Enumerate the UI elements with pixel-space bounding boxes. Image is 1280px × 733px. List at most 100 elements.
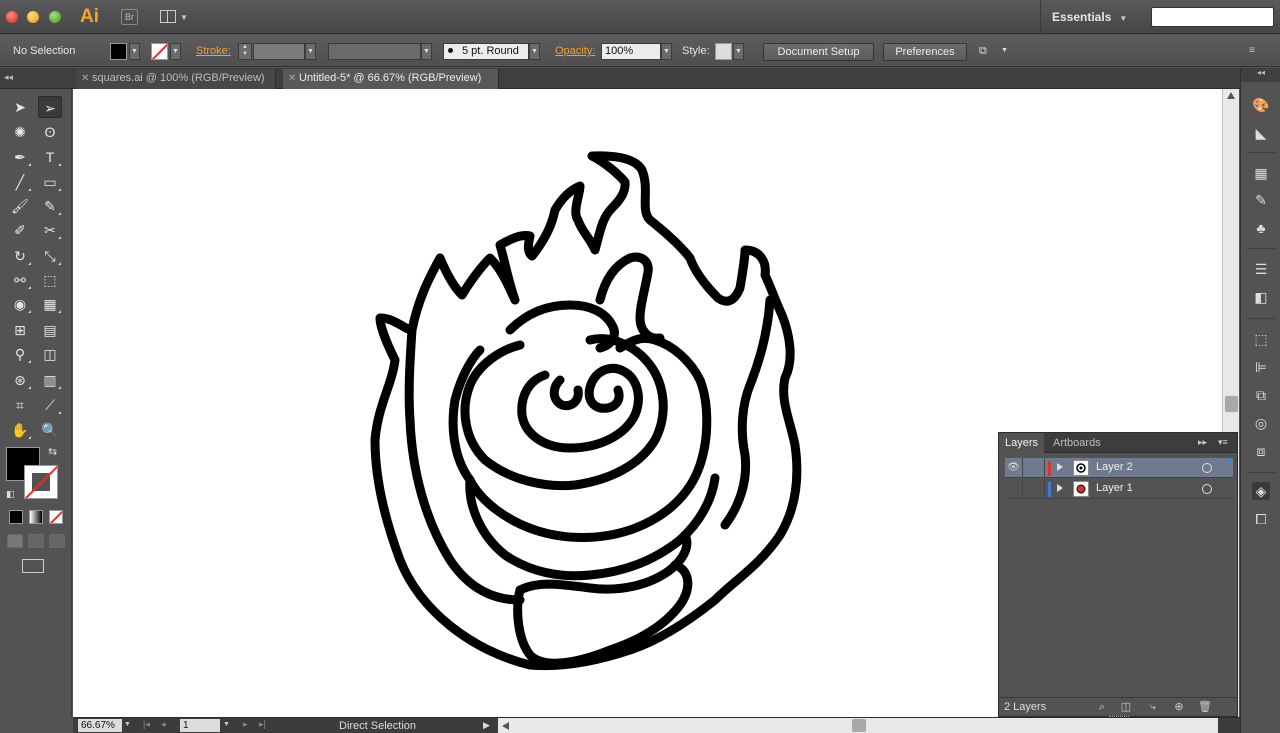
collapse-panel-icon[interactable]: ▸▸ — [1198, 437, 1207, 448]
layer-name[interactable]: Layer 2 — [1096, 461, 1133, 473]
swatches-panel-icon[interactable]: ▦ — [1252, 164, 1270, 182]
scroll-up-icon[interactable] — [1227, 92, 1235, 99]
brushes-panel-icon[interactable]: ✎ — [1252, 191, 1270, 209]
artboard-dropdown-icon[interactable]: ▼ — [223, 721, 230, 728]
none-mode-icon[interactable] — [49, 510, 63, 524]
color-guide-panel-icon[interactable]: ◣ — [1252, 124, 1270, 142]
help-search-input[interactable] — [1151, 7, 1274, 27]
isolate-dropdown[interactable]: ▼ — [999, 43, 1010, 60]
create-sublayer-icon[interactable]: ⤷ — [1146, 700, 1160, 714]
opacity-field[interactable]: 100% — [601, 43, 661, 60]
variable-width-profile-dropdown[interactable]: ▼ — [421, 43, 432, 60]
expand-layer-icon[interactable] — [1057, 463, 1063, 471]
draw-inside-icon[interactable] — [49, 534, 65, 548]
mesh-tool-icon[interactable]: ⊞ — [8, 319, 32, 341]
hand-tool-icon[interactable]: ✋ — [8, 419, 32, 441]
selection-tool-icon[interactable]: ➤ — [8, 96, 32, 118]
last-artboard-icon[interactable]: ▸| — [259, 719, 266, 730]
horizontal-scrollbar[interactable] — [498, 718, 1218, 733]
rectangle-tool-icon[interactable]: ▭ — [38, 171, 62, 193]
stroke-panel-link[interactable]: Stroke: — [196, 45, 231, 57]
layer-row[interactable]: Layer 1 — [1005, 479, 1233, 499]
change-screen-mode-icon[interactable] — [22, 559, 44, 573]
brush-definition-dropdown[interactable]: ▼ — [529, 43, 540, 60]
graphic-style-dropdown[interactable]: ▼ — [733, 43, 744, 60]
column-graph-tool-icon[interactable]: ▥ — [38, 369, 62, 391]
fill-dropdown-button[interactable]: ▼ — [129, 43, 140, 60]
make-clipping-mask-icon[interactable]: ◫ — [1119, 700, 1133, 714]
magic-wand-tool-icon[interactable]: ✺ — [8, 121, 32, 143]
graphic-styles-panel-icon[interactable]: ⧈ — [1252, 442, 1270, 460]
locate-object-icon[interactable]: ⌕ — [1095, 700, 1109, 714]
scale-tool-icon[interactable]: ⤡ — [38, 245, 62, 267]
tab-untitled-5[interactable]: ✕ Untitled-5* @ 66.67% (RGB/Preview) — [283, 69, 499, 89]
fill-color-swatch[interactable] — [110, 43, 127, 60]
perspective-grid-tool-icon[interactable]: ▦ — [38, 293, 62, 315]
artboards-panel-icon[interactable]: ⧠ — [1252, 510, 1270, 528]
collapse-tools-icon[interactable]: ◂◂ — [4, 72, 13, 83]
lock-toggle[interactable] — [1024, 479, 1045, 499]
expand-panels-icon[interactable]: ◂◂ — [1241, 68, 1280, 82]
color-panel-icon[interactable]: 🎨 — [1252, 96, 1270, 114]
stroke-weight-dropdown[interactable]: ▼ — [305, 43, 316, 60]
workspace-switcher[interactable]: Essentials ▼ — [1040, 0, 1140, 34]
default-fill-stroke-icon[interactable]: ◧ — [6, 489, 15, 500]
zoom-level-field[interactable]: 66.67% — [78, 719, 122, 732]
vertical-scroll-thumb[interactable] — [1225, 396, 1238, 412]
zoom-window-button[interactable] — [49, 11, 61, 23]
stroke-weight-field[interactable] — [253, 43, 305, 60]
lasso-tool-icon[interactable]: ʘ — [38, 121, 62, 143]
zoom-dropdown-icon[interactable]: ▼ — [124, 721, 131, 728]
previous-artboard-icon[interactable]: ◂ — [161, 719, 166, 730]
target-icon[interactable] — [1202, 463, 1212, 473]
stroke-dropdown-button[interactable]: ▼ — [170, 43, 181, 60]
scroll-left-icon[interactable] — [502, 722, 509, 730]
gradient-tool-icon[interactable]: ▤ — [38, 319, 62, 341]
pathfinder-panel-icon[interactable]: ⧉ — [1252, 386, 1270, 404]
blob-brush-tool-icon[interactable]: ✐ — [8, 219, 32, 241]
tab-layers[interactable]: Layers — [999, 433, 1045, 453]
stroke-weight-stepper[interactable]: ▲ ▼ — [238, 43, 252, 60]
minimize-window-button[interactable] — [27, 11, 39, 23]
variable-width-profile-field[interactable] — [328, 43, 421, 60]
appearance-panel-icon[interactable]: ◎ — [1252, 414, 1270, 432]
panel-resize-grip[interactable] — [1109, 716, 1129, 718]
transform-panel-icon[interactable]: ⬚ — [1252, 330, 1270, 348]
horizontal-scroll-thumb[interactable] — [852, 719, 866, 732]
swap-fill-stroke-icon[interactable]: ⇆ — [48, 445, 57, 458]
panel-menu-icon[interactable]: ▾≡ — [1218, 437, 1228, 448]
stroke-color-swatch[interactable] — [151, 43, 168, 60]
rotate-tool-icon[interactable]: ↻ — [8, 245, 32, 267]
stroke-color-box[interactable] — [24, 465, 58, 499]
isolate-selected-object-icon[interactable]: ⧉ — [979, 45, 995, 59]
color-mode-icon[interactable] — [9, 510, 23, 524]
gradient-panel-icon[interactable]: ◧ — [1252, 288, 1270, 306]
shape-builder-tool-icon[interactable]: ◉ — [8, 293, 32, 315]
pencil-tool-icon[interactable]: ✎ — [38, 195, 62, 217]
layers-panel-icon[interactable]: ◈ — [1252, 482, 1270, 500]
arrange-documents-button[interactable]: ▼ — [160, 9, 188, 25]
tab-squares-ai[interactable]: ✕ squares.ai @ 100% (RGB/Preview) — [76, 69, 276, 89]
current-tool-status[interactable]: Direct Selection — [339, 720, 416, 732]
free-transform-tool-icon[interactable]: ⬚ — [38, 269, 62, 291]
control-panel-menu-icon[interactable]: ≡ — [1249, 45, 1263, 57]
artboard-number-field[interactable]: 1 — [180, 719, 220, 732]
eyedropper-tool-icon[interactable]: ⚲ — [8, 343, 32, 365]
align-panel-icon[interactable]: ⊫ — [1252, 358, 1270, 376]
visibility-eye-icon[interactable]: 👁 — [1005, 458, 1023, 478]
close-icon[interactable]: ✕ — [288, 69, 296, 88]
line-segment-tool-icon[interactable]: ╱ — [8, 171, 32, 193]
gradient-mode-icon[interactable] — [29, 510, 43, 524]
document-setup-button[interactable]: Document Setup — [763, 43, 874, 61]
create-new-layer-icon[interactable]: ⊕ — [1172, 700, 1186, 714]
expand-layer-icon[interactable] — [1057, 484, 1063, 492]
draw-behind-icon[interactable] — [28, 534, 44, 548]
status-menu-arrow-icon[interactable]: ▶ — [483, 720, 490, 731]
preferences-button[interactable]: Preferences — [883, 43, 967, 61]
target-icon[interactable] — [1202, 484, 1212, 494]
opacity-dropdown[interactable]: ▼ — [661, 43, 672, 60]
draw-normal-icon[interactable] — [7, 534, 23, 548]
layer-row[interactable]: 👁 Layer 2 — [1005, 458, 1233, 478]
close-icon[interactable]: ✕ — [81, 69, 89, 88]
layer-name[interactable]: Layer 1 — [1096, 482, 1133, 494]
